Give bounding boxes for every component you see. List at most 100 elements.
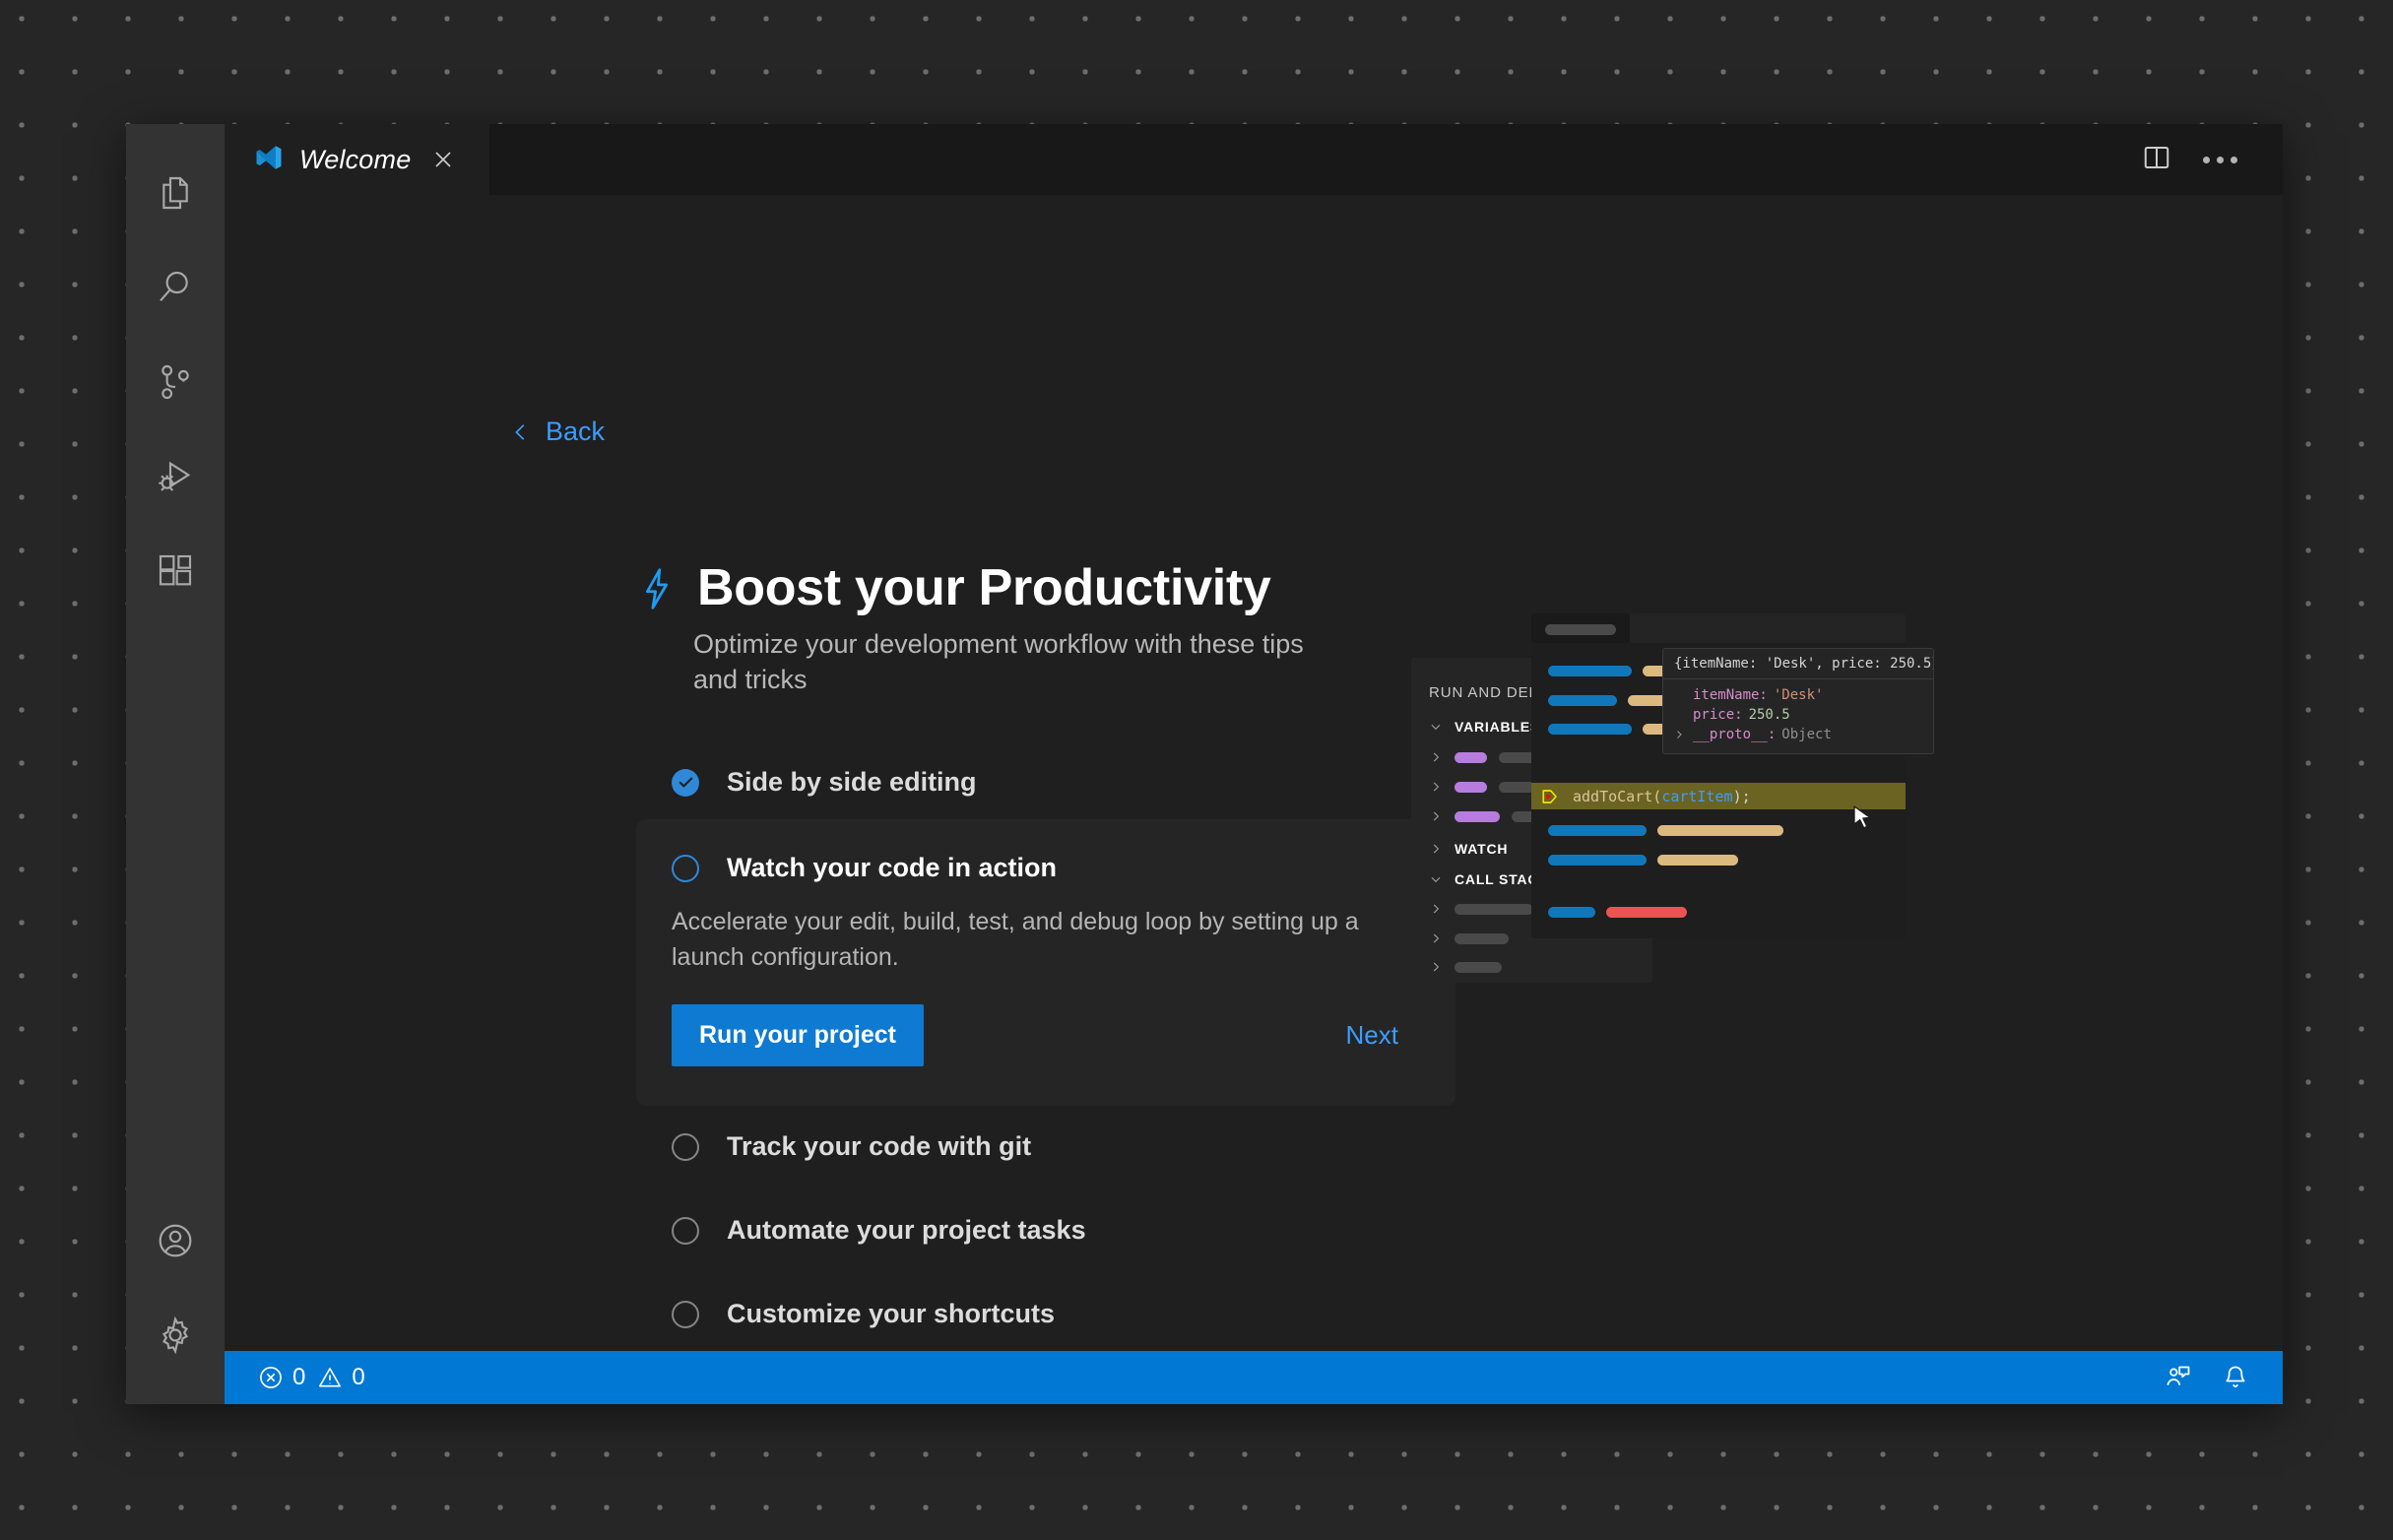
split-editor-icon[interactable] bbox=[2142, 143, 2171, 177]
placeholder-bar bbox=[1455, 932, 1509, 944]
circle-outline-icon bbox=[672, 1132, 699, 1161]
illustration-callstack-row bbox=[1429, 902, 1533, 916]
activity-bar-item-search[interactable] bbox=[126, 240, 225, 335]
chevron-right-icon bbox=[1429, 902, 1443, 916]
illustration-section-label: WATCH bbox=[1455, 841, 1509, 857]
tooltip-row[interactable]: __proto__: Object bbox=[1673, 725, 1923, 744]
page-subtitle: Optimize your development workflow with … bbox=[693, 629, 1304, 694]
step-watch-your-code-in-action[interactable]: Watch your code in action Accelerate you… bbox=[636, 819, 1455, 1106]
back-link[interactable]: Back bbox=[510, 417, 605, 447]
tab-label: Welcome bbox=[299, 144, 412, 174]
tooltip-value: 250.5 bbox=[1748, 707, 1790, 723]
chevron-down-icon bbox=[1429, 872, 1443, 886]
activity-bar-item-accounts[interactable] bbox=[126, 1193, 225, 1288]
illustration-callstack-row bbox=[1429, 931, 1509, 945]
placeholder-bar bbox=[1455, 751, 1487, 763]
chevron-right-icon bbox=[1429, 842, 1443, 856]
editor-actions bbox=[2142, 124, 2283, 195]
status-bar-right bbox=[2165, 1364, 2283, 1391]
page-title: Boost your Productivity bbox=[697, 559, 1271, 616]
placeholder-bar bbox=[1657, 825, 1783, 836]
source-control-icon bbox=[156, 362, 195, 402]
chevron-right-icon bbox=[1429, 750, 1443, 764]
placeholder-bar bbox=[1657, 855, 1738, 866]
warning-triangle-icon bbox=[317, 1365, 343, 1390]
step-track-your-code-with-git[interactable]: Track your code with git bbox=[636, 1116, 1455, 1178]
step-title: Watch your code in action bbox=[727, 853, 1058, 882]
tooltip-header: {itemName: 'Desk', price: 250.5} bbox=[1663, 649, 1933, 679]
circle-outline-icon bbox=[672, 1300, 699, 1328]
status-bar-problems[interactable]: 0 0 bbox=[248, 1358, 375, 1397]
illustration-section-label: VARIABLES bbox=[1455, 719, 1541, 735]
tab-welcome[interactable]: Welcome bbox=[225, 124, 490, 195]
illustration-code-line bbox=[1548, 855, 1738, 866]
illustration-callstack-row bbox=[1429, 960, 1502, 974]
step-automate-your-project-tasks[interactable]: Automate your project tasks bbox=[636, 1199, 1455, 1261]
back-label: Back bbox=[546, 417, 606, 446]
activity-bar-item-explorer[interactable] bbox=[126, 146, 225, 240]
activity-bar-item-settings[interactable] bbox=[126, 1288, 225, 1382]
placeholder-bar bbox=[1548, 666, 1632, 676]
placeholder-bar bbox=[1548, 695, 1617, 706]
placeholder-bar bbox=[1548, 825, 1647, 836]
tooltip-rows: itemName: 'Desk' price: 250.5 __proto__:… bbox=[1663, 679, 1933, 753]
illustration-code-text: addToCart(cartItem); bbox=[1573, 787, 1751, 805]
activity-bar-item-extensions[interactable] bbox=[126, 524, 225, 618]
activity-bar-item-source-control[interactable] bbox=[126, 335, 225, 429]
placeholder-bar bbox=[1455, 781, 1487, 793]
activity-bar bbox=[126, 124, 225, 1404]
placeholder-bar bbox=[1455, 903, 1533, 915]
warning-count: 0 bbox=[352, 1364, 365, 1390]
placeholder-bar bbox=[1606, 907, 1687, 918]
step-description: Accelerate your edit, build, test, and d… bbox=[672, 908, 1359, 971]
mouse-cursor-icon bbox=[1852, 805, 1874, 836]
steps-list: Side by side editing Watch your code in … bbox=[636, 751, 1455, 1345]
placeholder-bar bbox=[1548, 855, 1647, 866]
vscode-logo-icon bbox=[254, 143, 284, 177]
placeholder-bar bbox=[1548, 907, 1595, 918]
illustration-code-line bbox=[1548, 907, 1687, 918]
vscode-window: Welcome Back Boost your Productivity Opt… bbox=[126, 124, 2283, 1404]
close-icon[interactable] bbox=[426, 143, 460, 176]
tooltip-key: price: bbox=[1693, 707, 1743, 723]
activity-bar-item-run-and-debug[interactable] bbox=[126, 429, 225, 524]
illustration-section-watch[interactable]: WATCH bbox=[1429, 841, 1508, 857]
step-customize-your-shortcuts[interactable]: Customize your shortcuts bbox=[636, 1283, 1455, 1345]
error-circle-icon bbox=[258, 1365, 284, 1390]
status-bar: 0 0 bbox=[225, 1351, 2283, 1404]
tooltip-key: __proto__: bbox=[1693, 727, 1777, 742]
welcome-page: Back Boost your Productivity Optimize yo… bbox=[225, 195, 2283, 1351]
next-link[interactable]: Next bbox=[1346, 1020, 1420, 1051]
illustration-highlighted-line: addToCart(cartItem); bbox=[1531, 783, 1906, 809]
illustration-section-variables[interactable]: VARIABLES bbox=[1429, 719, 1540, 735]
tooltip-row: itemName: 'Desk' bbox=[1673, 685, 1923, 705]
step-title: Customize your shortcuts bbox=[727, 1299, 1056, 1328]
lightning-bolt-icon bbox=[640, 567, 674, 615]
chevron-right-icon bbox=[1429, 931, 1443, 945]
run-your-project-button[interactable]: Run your project bbox=[672, 1004, 925, 1066]
step-side-by-side-editing[interactable]: Side by side editing bbox=[636, 751, 1455, 813]
search-icon bbox=[156, 268, 195, 307]
placeholder-bar bbox=[1548, 724, 1632, 735]
page-header: Boost your Productivity Optimize your de… bbox=[640, 561, 1329, 697]
bell-icon[interactable] bbox=[2222, 1364, 2249, 1391]
step-title: Side by side editing bbox=[727, 767, 977, 797]
error-count: 0 bbox=[292, 1364, 306, 1390]
tooltip-value: Object bbox=[1781, 727, 1832, 742]
ellipsis-icon[interactable] bbox=[2197, 147, 2243, 173]
chevron-right-icon bbox=[1429, 780, 1443, 794]
illustration-code-line bbox=[1548, 825, 1783, 836]
chevron-right-icon bbox=[1673, 729, 1687, 740]
circle-outline-icon bbox=[672, 854, 699, 882]
illustration-tabbar-rest bbox=[1630, 613, 1906, 643]
gear-icon bbox=[156, 1315, 195, 1355]
editor-column: Welcome Back Boost your Productivity Opt… bbox=[225, 124, 2283, 1404]
debug-hover-tooltip: {itemName: 'Desk', price: 250.5} itemNam… bbox=[1662, 648, 1934, 754]
step-actions: Run your project Next bbox=[672, 1004, 1420, 1066]
run-and-debug-icon bbox=[156, 457, 195, 496]
tooltip-value: 'Desk' bbox=[1773, 687, 1824, 703]
files-icon bbox=[156, 173, 195, 213]
feedback-icon[interactable] bbox=[2165, 1364, 2192, 1391]
placeholder-bar bbox=[1455, 810, 1500, 822]
extensions-icon bbox=[156, 551, 195, 591]
